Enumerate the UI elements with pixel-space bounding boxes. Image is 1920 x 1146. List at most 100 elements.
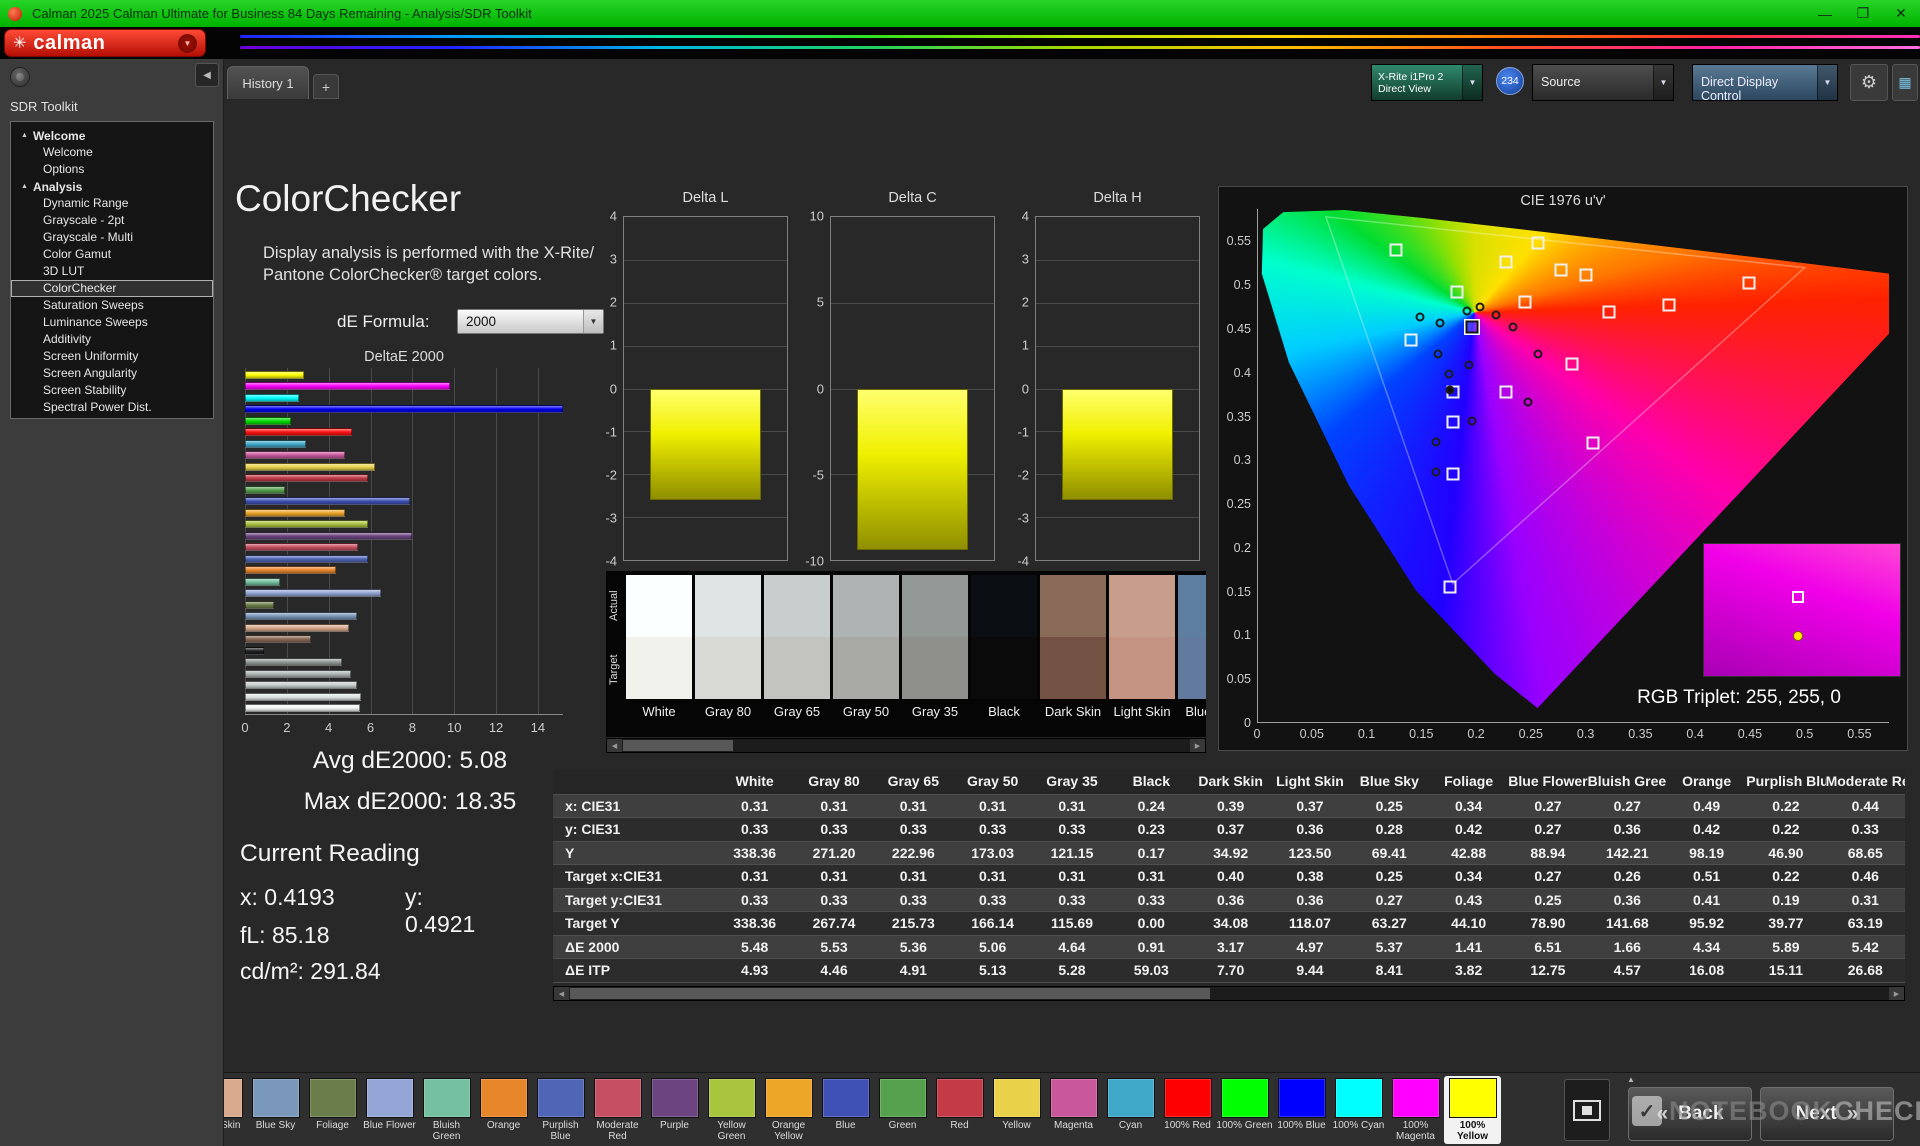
cie-axis-label: 0 <box>1254 727 1261 741</box>
scroll-right-icon[interactable]: ▶ <box>1889 987 1904 1000</box>
scroll-left-icon[interactable]: ◀ <box>554 987 569 1000</box>
source-selector[interactable]: Source ▼ <box>1532 64 1674 101</box>
sidebar-item-options[interactable]: Options <box>11 161 213 178</box>
deltae-axis-label: 6 <box>367 720 374 735</box>
pattern-button-100-blue[interactable]: 100% Blue <box>1273 1076 1330 1144</box>
cie-target-marker <box>1663 299 1676 312</box>
cie-measured-marker <box>1475 302 1484 311</box>
results-cell: 0.34 <box>1429 794 1508 818</box>
pattern-button-100-green[interactable]: 100% Green <box>1216 1076 1273 1144</box>
results-cell: 63.27 <box>1350 912 1429 936</box>
tab-history-1[interactable]: History 1 <box>227 66 309 99</box>
pattern-button-yellow-green[interactable]: Yellow Green <box>703 1076 760 1144</box>
results-cell: 0.24 <box>1112 794 1191 818</box>
display-control-selector[interactable]: Direct Display Control ▼ <box>1692 64 1838 101</box>
chevron-down-icon[interactable]: ▼ <box>1462 65 1482 100</box>
sidebar-item-3d-lut[interactable]: 3D LUT <box>11 263 213 280</box>
pattern-button-moderate-red[interactable]: Moderate Red <box>589 1076 646 1144</box>
sidebar-item-grayscale-multi[interactable]: Grayscale - Multi <box>11 229 213 246</box>
swatch-scrollbar[interactable]: ◀ ▶ <box>606 738 1206 753</box>
scroll-left-icon[interactable]: ◀ <box>607 739 622 752</box>
sidebar-item-color-gamut[interactable]: Color Gamut <box>11 246 213 263</box>
pattern-button-bluish-green[interactable]: Bluish Green <box>418 1076 475 1144</box>
results-col-header: Gray 65 <box>874 769 953 794</box>
pattern-label: Yellow <box>988 1121 1045 1132</box>
pattern-button-purplish-blue[interactable]: Purplish Blue <box>532 1076 589 1144</box>
deltae-bar-moderate-red <box>245 543 358 551</box>
pattern-button-100-red[interactable]: 100% Red <box>1159 1076 1216 1144</box>
deltae-bar-row <box>245 553 563 565</box>
sidebar-item-screen-angularity[interactable]: Screen Angularity <box>11 365 213 382</box>
sidebar-item-dynamic-range[interactable]: Dynamic Range <box>11 195 213 212</box>
sidebar-item-screen-uniformity[interactable]: Screen Uniformity <box>11 348 213 365</box>
close-button[interactable]: ✕ <box>1882 0 1920 27</box>
cie-axis-label: 0.5 <box>1796 727 1813 741</box>
pattern-button-orange[interactable]: Orange <box>475 1076 532 1144</box>
window-titlebar: Calman 2025 Calman Ultimate for Business… <box>0 0 1920 27</box>
results-cell: 0.43 <box>1429 888 1508 912</box>
pattern-button-purple[interactable]: Purple <box>646 1076 703 1144</box>
patch-target-color <box>695 637 761 699</box>
swatch-scrollbar-thumb[interactable] <box>623 740 733 751</box>
collapse-sidebar-button[interactable]: ◀ <box>195 63 219 87</box>
swatch-strip-items: WhiteGray 80Gray 65Gray 50Gray 35BlackDa… <box>626 575 1206 719</box>
pattern-button-green[interactable]: Green <box>874 1076 931 1144</box>
pattern-button-blue[interactable]: Blue <box>817 1076 874 1144</box>
cie-target-marker <box>1446 467 1459 480</box>
pattern-label: Purple <box>646 1121 703 1132</box>
settings-gear-button[interactable]: ⚙ <box>1850 64 1888 101</box>
calman-logo-button[interactable]: ✳ calman ▼ <box>4 29 206 57</box>
cie-xaxis: 00.050.10.150.20.250.30.350.40.450.50.55 <box>1257 727 1889 743</box>
minimize-button[interactable]: — <box>1806 0 1844 27</box>
results-row-label: Target y:CIE31 <box>553 888 715 912</box>
sidebar-item-screen-stability[interactable]: Screen Stability <box>11 382 213 399</box>
tree-group-welcome[interactable]: ▲Welcome <box>11 127 213 144</box>
results-row: Y338.36271.20222.96173.03121.150.1734.92… <box>553 841 1905 865</box>
tree-group-analysis[interactable]: ▲Analysis <box>11 178 213 195</box>
pattern-button-100-cyan[interactable]: 100% Cyan <box>1330 1076 1387 1144</box>
pattern-button-red[interactable]: Red <box>931 1076 988 1144</box>
page-title: ColorChecker <box>235 178 461 220</box>
cie-axis-label: 0.3 <box>1577 727 1594 741</box>
scroll-right-icon[interactable]: ▶ <box>1190 739 1205 752</box>
pattern-button-foliage[interactable]: Foliage <box>304 1076 361 1144</box>
workflow-menu-button[interactable] <box>10 67 30 87</box>
chevron-down-icon[interactable]: ▼ <box>1817 65 1837 100</box>
sidebar-item-luminance-sweeps[interactable]: Luminance Sweeps <box>11 314 213 331</box>
dock-expand-button[interactable]: ▲ <box>1618 1073 1644 1086</box>
chevron-down-icon[interactable]: ▼ <box>1653 65 1673 100</box>
sidebar-item-spectral-power-dist[interactable]: Spectral Power Dist. <box>11 399 213 416</box>
cie-axis-label: 0.25 <box>1519 727 1543 741</box>
sidebar-item-colorchecker[interactable]: ColorChecker <box>11 280 213 297</box>
pattern-button-magenta[interactable]: Magenta <box>1045 1076 1102 1144</box>
add-tab-button[interactable]: + <box>313 74 339 99</box>
meter-selector[interactable]: X-Rite i1Pro 2 Direct View ▼ <box>1371 64 1483 101</box>
results-cell: 0.33 <box>874 818 953 842</box>
deltae-bar-row <box>245 680 563 692</box>
cie-measured-marker <box>1465 361 1474 370</box>
pattern-button-orange-yellow[interactable]: Orange Yellow <box>760 1076 817 1144</box>
window-controls: — ❐ ✕ <box>1806 0 1920 27</box>
pattern-button-cyan[interactable]: Cyan <box>1102 1076 1159 1144</box>
logo-dropdown-icon[interactable]: ▼ <box>178 34 197 53</box>
maximize-button[interactable]: ❐ <box>1844 0 1882 27</box>
results-cell: 4.97 <box>1270 935 1349 959</box>
pattern-app-button[interactable]: ▦ <box>1892 64 1918 101</box>
sidebar-item-grayscale-2pt[interactable]: Grayscale - 2pt <box>11 212 213 229</box>
table-scrollbar[interactable]: ◀ ▶ <box>553 986 1905 1001</box>
deltae-bar-black <box>245 647 264 655</box>
next-button[interactable]: Next » <box>1760 1087 1894 1141</box>
de-formula-dropdown[interactable]: 2000 ▼ <box>457 309 604 334</box>
pattern-button-yellow[interactable]: Yellow <box>988 1076 1045 1144</box>
pattern-button-blue-sky[interactable]: Blue Sky <box>247 1076 304 1144</box>
pattern-button-blue-flower[interactable]: Blue Flower <box>361 1076 418 1144</box>
sidebar-item-welcome[interactable]: Welcome <box>11 144 213 161</box>
sidebar-item-additivity[interactable]: Additivity <box>11 331 213 348</box>
table-scrollbar-thumb[interactable] <box>570 988 1210 999</box>
back-button[interactable]: « Back <box>1628 1087 1752 1141</box>
sidebar-item-saturation-sweeps[interactable]: Saturation Sweeps <box>11 297 213 314</box>
pattern-button-100-magenta[interactable]: 100% Magenta <box>1387 1076 1444 1144</box>
pattern-button-light-skin[interactable]: Light Skin <box>224 1076 247 1144</box>
pattern-button-100-yellow[interactable]: 100% Yellow <box>1444 1076 1501 1144</box>
pattern-window-button[interactable] <box>1564 1079 1610 1141</box>
